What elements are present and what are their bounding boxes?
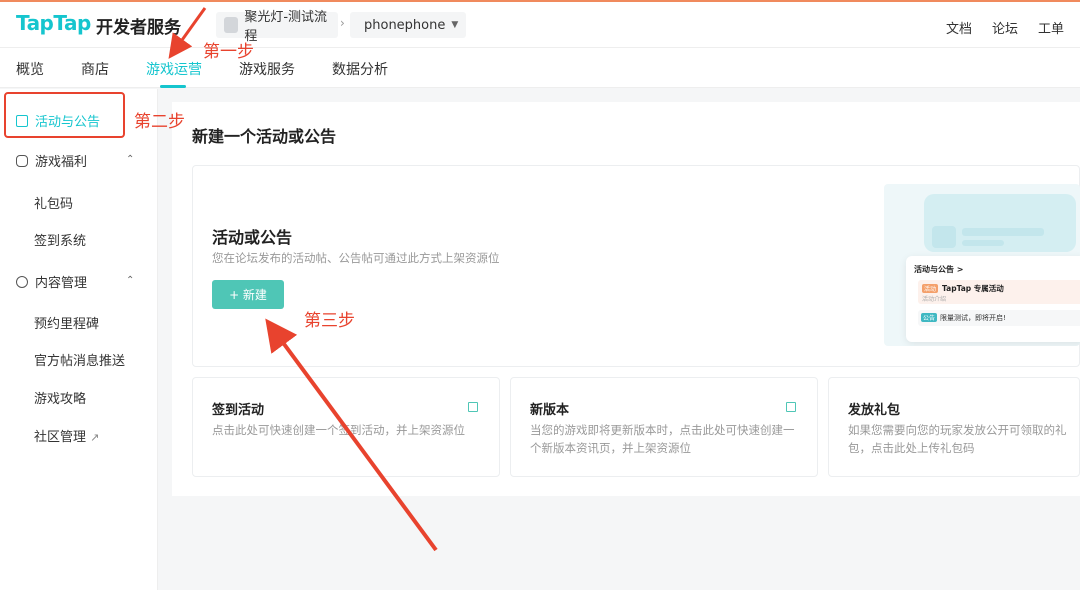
caret-down-icon: ▼ <box>451 20 459 30</box>
activity-intro: 活动介绍 <box>922 296 947 303</box>
top-bar: TapTap 开发者服务 聚光灯-测试流程 › phonephone ▼ 文档 … <box>0 0 1080 48</box>
activity-name: TapTap 专属活动 <box>942 284 1004 293</box>
tab-data-analysis[interactable]: 数据分析 <box>332 59 388 79</box>
sidebar-item-checkin-system[interactable]: 签到系统 <box>34 230 86 249</box>
external-link-icon: ↗ <box>90 431 100 444</box>
illus-line <box>962 240 1004 246</box>
card-description: 您在论坛发布的活动帖、公告帖可通过此方式上架资源位 <box>212 251 500 265</box>
card-description: 当您的游戏即将更新版本时，点击此处可快速创建一个新版本资讯页，并上架资源位 <box>530 423 795 455</box>
docs-link[interactable]: 文档 <box>946 18 972 37</box>
card-title: 活动或公告 <box>212 228 293 247</box>
illus-activity-row: 活动 TapTap 专属活动 活动介绍 <box>918 280 1080 304</box>
tab-game-operations[interactable]: 游戏运营 <box>146 59 202 79</box>
sidebar-group-label: 内容管理 <box>35 276 88 291</box>
card-title: 签到活动 <box>212 403 265 418</box>
tab-game-services[interactable]: 游戏服务 <box>239 59 295 79</box>
illus-avatar-shape <box>932 226 956 248</box>
illus-announcement-row: 公告 限量测试，即将开启! <box>918 310 1080 326</box>
project-name: 聚光灯-测试流程 <box>244 10 328 44</box>
announcement-tag: 公告 <box>921 313 938 322</box>
project-icon <box>224 17 239 33</box>
tab-overview[interactable]: 概览 <box>16 59 44 79</box>
sidebar-group-content-management[interactable]: 内容管理 <box>16 272 87 291</box>
announcement-text: 限量测试，即将开启! <box>940 314 1006 322</box>
active-tab-indicator <box>160 85 186 88</box>
logo-subtitle: 开发者服务 <box>96 18 181 38</box>
chevron-up-icon[interactable]: ⌃ <box>126 275 134 286</box>
sidebar-item-label: 社区管理 <box>34 430 87 445</box>
sidebar-item-game-guides[interactable]: 游戏攻略 <box>34 388 86 407</box>
card-description: 点击此处可快速创建一个签到活动，并上架资源位 <box>212 423 465 437</box>
main-nav: 概览 商店 游戏运营 游戏服务 数据分析 <box>0 48 1080 88</box>
sidebar-item-gift-codes[interactable]: 礼包码 <box>34 193 73 212</box>
illus-preview-card: 活动与公告 > 活动 TapTap 专属活动 活动介绍 公告 限量测试，即将开启… <box>906 256 1080 342</box>
project-selector[interactable]: 聚光灯-测试流程 <box>216 10 338 44</box>
ticket-link[interactable]: 工单 <box>1038 18 1064 37</box>
step3-label: 第三步 <box>304 311 355 331</box>
gamepad-icon <box>16 154 28 167</box>
tab-store[interactable]: 商店 <box>81 59 109 79</box>
sidebar-group-label: 游戏福利 <box>35 155 88 170</box>
game-selector[interactable]: phonephone ▼ <box>350 12 466 38</box>
chevron-up-icon[interactable]: ⌃ <box>126 154 134 165</box>
chat-icon <box>16 275 28 288</box>
taptap-logo[interactable]: TapTap <box>16 11 91 35</box>
page-title: 新建一个活动或公告 <box>192 127 337 146</box>
breadcrumb-separator: › <box>340 16 345 30</box>
sidebar-item-community-management[interactable]: 社区管理 ↗ <box>34 426 99 445</box>
step1-label: 第一步 <box>203 42 254 62</box>
step2-highlight-box <box>4 92 125 138</box>
card-title: 发放礼包 <box>848 403 901 418</box>
card-description: 如果您需要向您的玩家发放公开可领取的礼包，点击此处上传礼包码 <box>848 423 1067 455</box>
game-name: phonephone <box>364 17 446 33</box>
card-title: 新版本 <box>530 403 570 418</box>
illus-line <box>962 228 1044 236</box>
sidebar-item-official-push[interactable]: 官方帖消息推送 <box>34 350 125 369</box>
external-link-icon[interactable] <box>786 402 796 412</box>
forum-link[interactable]: 论坛 <box>992 18 1018 37</box>
activity-tag: 活动 <box>922 284 939 293</box>
illustration: 活动与公告 > 活动 TapTap 专属活动 活动介绍 公告 限量测试，即将开启… <box>884 184 1080 346</box>
new-button[interactable]: + 新建 <box>212 280 284 309</box>
sidebar-item-reservation-milestones[interactable]: 预约里程碑 <box>34 313 99 332</box>
step2-label: 第二步 <box>134 112 185 132</box>
illus-card-title: 活动与公告 > <box>914 265 964 274</box>
external-link-icon[interactable] <box>468 402 478 412</box>
sidebar-group-game-benefits[interactable]: 游戏福利 <box>16 151 87 170</box>
